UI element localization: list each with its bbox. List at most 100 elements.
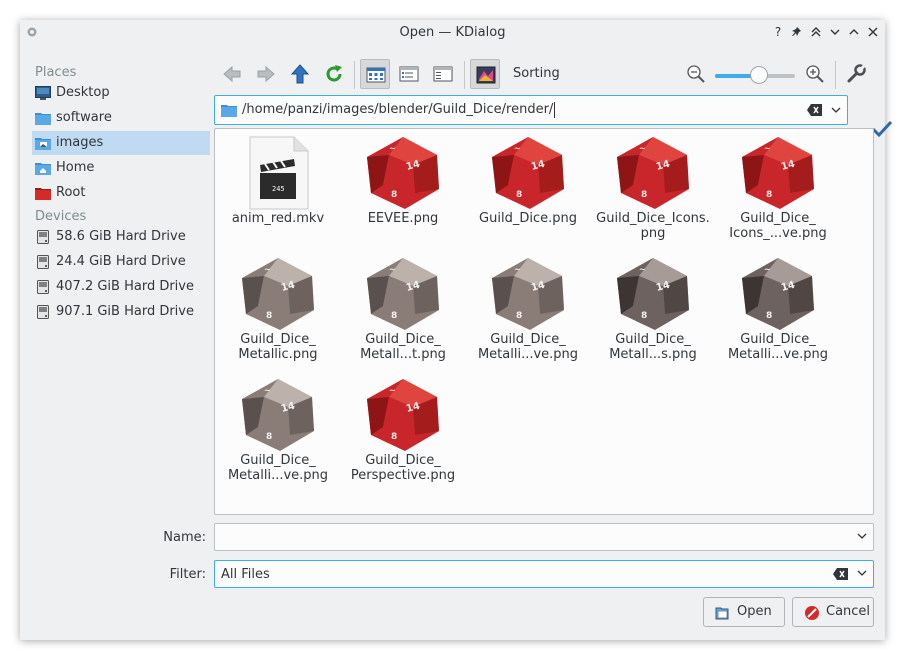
file-item[interactable]: 14 8 ~ Guild_Dice_ Metalli...ve.png <box>216 373 340 491</box>
zoom-slider[interactable] <box>715 66 795 84</box>
hard-drive-icon <box>37 230 49 244</box>
file-item[interactable]: 245 anim_red.mkv <box>216 131 340 249</box>
file-name: Guild_Dice_ Metalli...ve.png <box>716 332 840 362</box>
file-item[interactable]: 14 8 ~ Guild_Dice_ Perspective.png <box>341 373 465 491</box>
back-button[interactable] <box>217 59 247 89</box>
toolbar-separator <box>354 61 355 89</box>
file-item[interactable]: 14 8 ~ Guild_Dice_Icons. png <box>591 131 715 249</box>
svg-text:~: ~ <box>389 265 396 274</box>
file-item[interactable]: 14 8 ~ Guild_Dice_ Icons_...ve.png <box>716 131 840 249</box>
chevron-down-icon[interactable] <box>857 569 867 577</box>
icons-view-button[interactable] <box>360 59 390 89</box>
sidebar-item-root[interactable]: Root <box>32 181 210 205</box>
folder-icon <box>221 105 237 117</box>
open-button[interactable]: Open <box>703 597 785 627</box>
file-item[interactable]: 14 8 ~ Guild_Dice_ Metalli...ve.png <box>716 252 840 370</box>
image-thumbnail: 14 8 ~ <box>363 256 443 332</box>
sidebar-item-label: images <box>56 135 104 150</box>
file-name-line: Icons_...ve.png <box>729 226 827 241</box>
svg-text:~: ~ <box>264 386 271 395</box>
clear-text-icon[interactable] <box>833 568 848 580</box>
image-thumbnail: 14 8 ~ <box>363 377 443 453</box>
pin-icon[interactable] <box>789 24 805 40</box>
file-name-line: Metalli...ve.png <box>227 468 329 483</box>
image-thumbnail: 14 8 ~ <box>738 256 818 332</box>
close-icon[interactable] <box>865 24 881 40</box>
sidebar-item-software[interactable]: software <box>32 106 210 130</box>
sidebar-item-drive-1[interactable]: 58.6 GiB Hard Drive <box>32 225 210 249</box>
image-folder-icon <box>35 138 51 150</box>
reload-button[interactable] <box>319 59 349 89</box>
file-view[interactable]: 245 anim_red.mkv 14 8 ~ EEVEE.png 14 8 ~ Guild_Di… <box>214 128 874 515</box>
file-name-line: Metalli...ve.png <box>477 347 579 362</box>
zoom-slider-handle[interactable] <box>750 66 768 84</box>
details-view-icon <box>433 66 453 82</box>
image-thumbnail: 14 8 ~ <box>613 256 693 332</box>
cancel-button[interactable]: Cancel <box>792 597 874 627</box>
minimize-icon[interactable] <box>827 24 843 40</box>
up-button[interactable] <box>285 59 315 89</box>
svg-text:8: 8 <box>266 311 272 321</box>
image-thumbnail: 14 8 ~ <box>488 256 568 332</box>
go-checkmark-icon[interactable] <box>871 120 893 138</box>
forward-button[interactable] <box>251 59 281 89</box>
arrow-up-icon <box>290 64 310 84</box>
chevron-down-icon[interactable] <box>857 532 867 540</box>
file-item[interactable]: 14 8 ~ Guild_Dice_ Metall...s.png <box>591 252 715 370</box>
zoom-out-button[interactable] <box>681 59 711 89</box>
svg-text:8: 8 <box>766 190 772 200</box>
svg-text:~: ~ <box>389 144 396 153</box>
svg-text:8: 8 <box>391 432 397 442</box>
location-bar[interactable]: /home/panzi/images/blender/Guild_Dice/re… <box>214 95 848 125</box>
file-name-line: png <box>640 226 666 241</box>
file-item[interactable]: 14 8 ~ Guild_Dice_ Metall...t.png <box>341 252 465 370</box>
sidebar-item-images[interactable]: images <box>32 131 210 155</box>
reload-icon <box>326 65 342 82</box>
svg-text:~: ~ <box>764 144 771 153</box>
file-name-line: Guild_Dice_ <box>365 332 441 347</box>
file-name-line: Guild_Dice_ <box>365 453 441 468</box>
sorting-menu[interactable]: Sorting <box>513 66 560 81</box>
sidebar-item-drive-3[interactable]: 407.2 GiB Hard Drive <box>32 275 210 299</box>
zoom-in-button[interactable] <box>800 59 830 89</box>
sidebar-item-home[interactable]: Home <box>32 156 210 180</box>
location-input[interactable]: /home/panzi/images/blender/Guild_Dice/re… <box>242 102 553 117</box>
image-thumbnail: 14 8 ~ <box>238 256 318 332</box>
image-thumbnail: 14 8 ~ <box>488 135 568 211</box>
file-item[interactable]: 14 8 ~ Guild_Dice_ Metalli...ve.png <box>466 252 590 370</box>
file-name-line: Guild_Dice_ <box>740 211 816 226</box>
maximize-icon[interactable] <box>846 24 862 40</box>
file-name: anim_red.mkv <box>216 211 340 226</box>
keep-above-icon[interactable] <box>808 24 824 40</box>
file-name-line: Perspective.png <box>350 468 456 483</box>
sidebar-item-drive-4[interactable]: 907.1 GiB Hard Drive <box>32 300 210 324</box>
details-view-button[interactable] <box>428 59 458 89</box>
clear-text-icon[interactable] <box>807 104 822 116</box>
sidebar-item-drive-2[interactable]: 24.4 GiB Hard Drive <box>32 250 210 274</box>
help-icon[interactable]: ? <box>770 24 786 40</box>
options-button[interactable] <box>841 59 871 89</box>
sidebar-item-desktop[interactable]: Desktop <box>32 81 210 105</box>
file-name-line: Guild_Dice_ <box>240 453 316 468</box>
toolbar-separator <box>835 61 836 89</box>
file-name-line: Guild_Dice_Icons. <box>596 211 710 226</box>
sidebar-item-label: Home <box>56 160 95 175</box>
file-name-line: Metallic.png <box>238 347 318 362</box>
file-name: EEVEE.png <box>341 211 465 226</box>
file-item[interactable]: 14 8 ~ Guild_Dice.png <box>466 131 590 249</box>
window-title: Open — KDialog <box>399 25 506 40</box>
preview-button[interactable] <box>470 59 500 89</box>
file-name-line: Metalli...ve.png <box>727 347 829 362</box>
chevron-down-icon[interactable] <box>831 106 841 114</box>
open-button-label: Open <box>737 604 772 619</box>
file-item[interactable]: 14 8 ~ Guild_Dice_ Metallic.png <box>216 252 340 370</box>
filter-field[interactable]: All Files <box>214 560 874 588</box>
wrench-icon <box>847 64 866 83</box>
compact-view-button[interactable] <box>394 59 424 89</box>
devices-heading: Devices <box>35 209 87 224</box>
file-name: Guild_Dice_ Metallic.png <box>216 332 340 362</box>
svg-text:245: 245 <box>272 185 285 193</box>
places-heading: Places <box>35 65 77 80</box>
file-item[interactable]: 14 8 ~ EEVEE.png <box>341 131 465 249</box>
name-field[interactable] <box>214 523 874 551</box>
